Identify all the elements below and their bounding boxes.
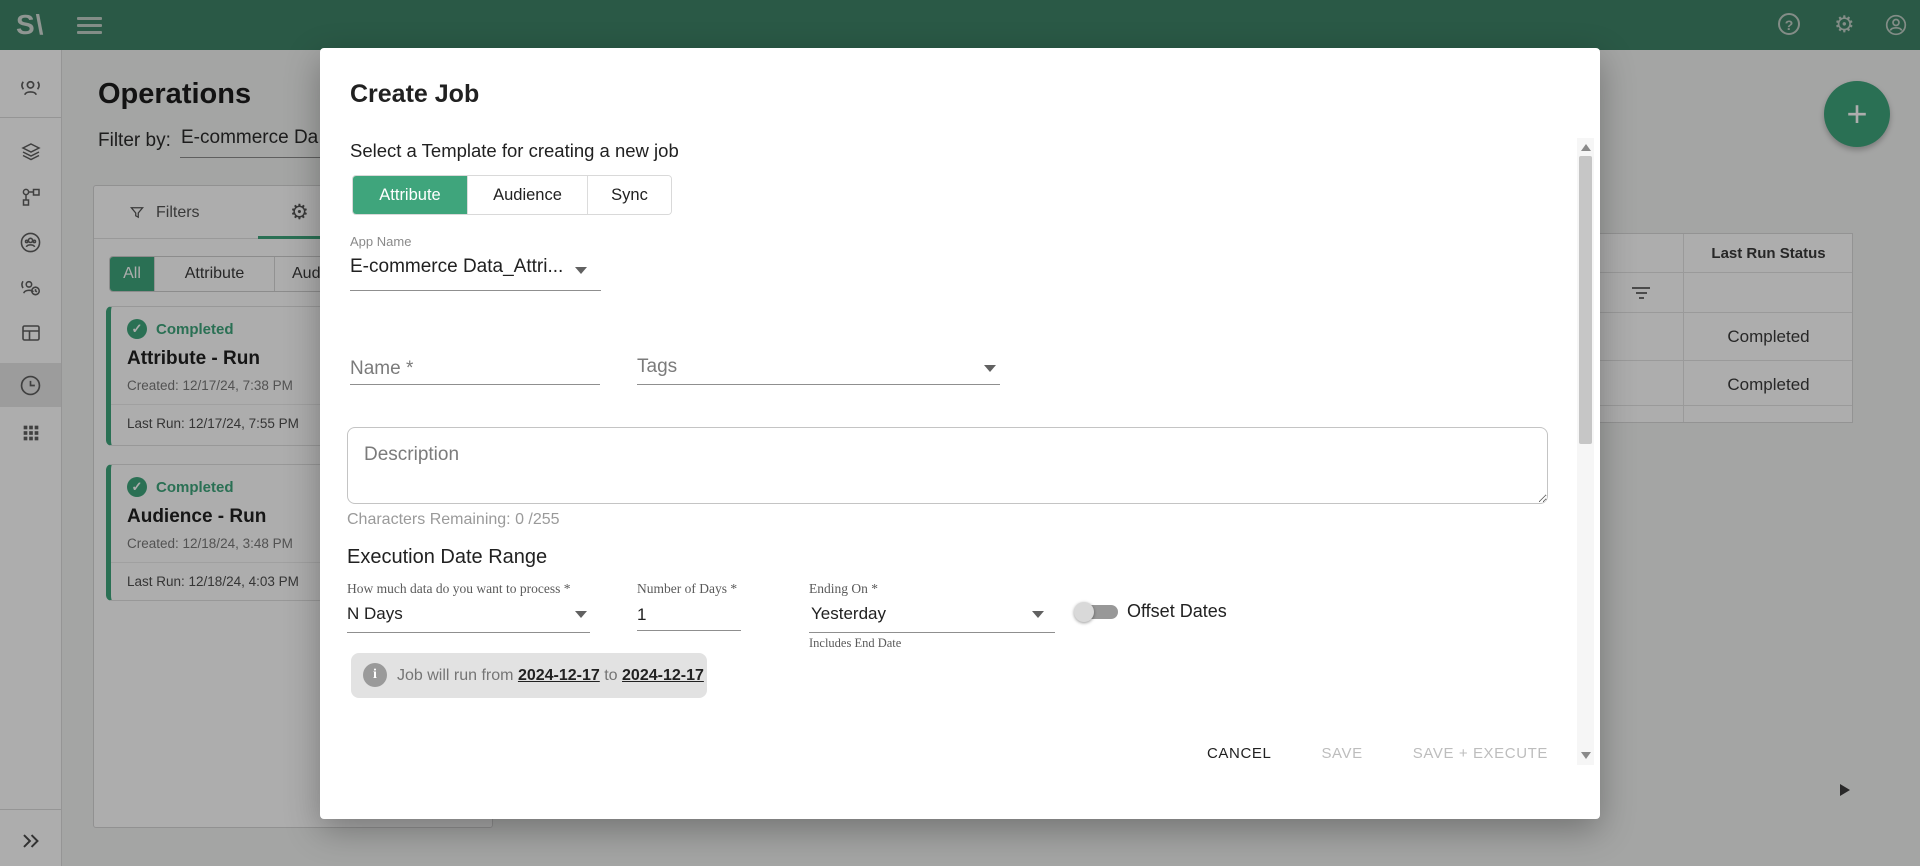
run-range-text: Job will run from 2024-12-17 to 2024-12-…	[397, 653, 704, 698]
start-date-link[interactable]: 2024-12-17	[518, 667, 600, 684]
job-name-input[interactable]	[350, 353, 600, 385]
app-name-label: App Name	[350, 234, 411, 249]
offset-dates-toggle[interactable]	[1072, 600, 1130, 624]
app-name-underline	[350, 290, 601, 291]
template-attribute[interactable]: Attribute	[353, 176, 468, 214]
characters-remaining: Characters Remaining: 0 /255	[347, 511, 560, 529]
ending-on-underline	[809, 632, 1055, 633]
scrollbar-down-arrow-icon[interactable]	[1581, 752, 1591, 759]
number-of-days-input[interactable]	[637, 600, 741, 631]
chevron-down-icon[interactable]	[575, 267, 587, 274]
number-of-days-label: Number of Days *	[637, 581, 737, 597]
process-amount-label: How much data do you want to process *	[347, 581, 570, 597]
template-sync[interactable]: Sync	[588, 176, 671, 214]
run-range-info-box: i Job will run from 2024-12-17 to 2024-1…	[351, 653, 707, 698]
create-job-modal: Create Job Select a Template for creatin…	[320, 48, 1600, 819]
app-name-select[interactable]: E-commerce Data_Attri...	[350, 256, 575, 278]
save-button[interactable]: SAVE	[1321, 745, 1362, 762]
ending-on-select[interactable]: Yesterday	[811, 604, 886, 624]
modal-actions: CANCEL SAVE SAVE + EXECUTE	[1207, 745, 1548, 762]
chevron-down-icon[interactable]	[984, 365, 996, 372]
chevron-down-icon[interactable]	[575, 611, 587, 618]
template-audience[interactable]: Audience	[468, 176, 588, 214]
template-selector: Attribute Audience Sync	[352, 175, 672, 215]
process-underline	[347, 632, 590, 633]
offset-dates-label: Offset Dates	[1127, 601, 1227, 622]
save-execute-button[interactable]: SAVE + EXECUTE	[1413, 745, 1548, 762]
description-textarea[interactable]	[347, 427, 1548, 504]
modal-title: Create Job	[350, 80, 479, 109]
screen: S\ ? ⚙	[0, 0, 1920, 866]
process-amount-select[interactable]: N Days	[347, 604, 403, 624]
scrollbar-up-arrow-icon[interactable]	[1581, 144, 1591, 151]
ending-on-label: Ending On *	[809, 581, 878, 597]
info-to-word: to	[604, 667, 617, 684]
tags-label: Tags	[637, 356, 677, 378]
info-prefix: Job will run from	[397, 667, 513, 684]
toggle-knob	[1074, 602, 1094, 622]
info-icon: i	[363, 663, 387, 687]
scrollbar-thumb[interactable]	[1579, 156, 1592, 444]
chevron-down-icon[interactable]	[1032, 611, 1044, 618]
modal-scrollbar[interactable]	[1577, 138, 1594, 765]
tags-select[interactable]: Tags	[637, 353, 1000, 385]
includes-end-date-note: Includes End Date	[809, 636, 901, 651]
cancel-button[interactable]: CANCEL	[1207, 745, 1271, 762]
execution-date-range-heading: Execution Date Range	[347, 546, 547, 569]
modal-subtitle: Select a Template for creating a new job	[350, 140, 679, 162]
end-date-link[interactable]: 2024-12-17	[622, 667, 704, 684]
